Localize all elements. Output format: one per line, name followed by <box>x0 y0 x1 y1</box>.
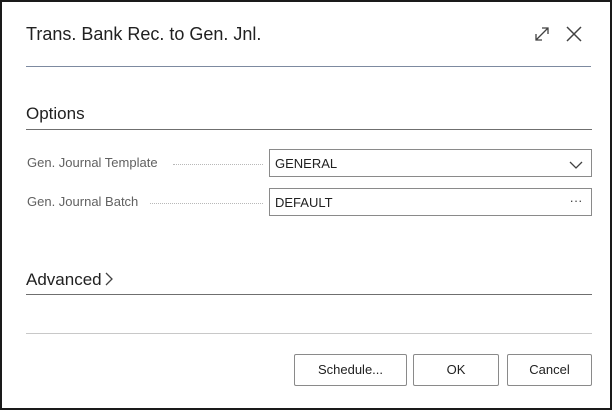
gen-journal-template-value: GENERAL <box>275 156 338 171</box>
chevron-down-icon[interactable] <box>569 158 583 170</box>
schedule-button[interactable]: Schedule... <box>294 354 407 386</box>
gen-journal-batch-value: DEFAULT <box>275 195 333 210</box>
chevron-right-icon <box>104 271 114 291</box>
gen-journal-batch-field[interactable]: DEFAULT ··· <box>269 188 592 216</box>
advanced-section-divider <box>26 294 592 295</box>
leader-dots <box>173 164 263 165</box>
footer-divider <box>26 333 592 334</box>
gen-journal-batch-label: Gen. Journal Batch <box>27 194 139 209</box>
advanced-section-title: Advanced <box>26 270 102 289</box>
gen-journal-template-dropdown[interactable]: GENERAL <box>269 149 592 177</box>
more-options-icon[interactable]: ··· <box>569 193 583 208</box>
options-section-divider <box>26 129 592 130</box>
header-divider <box>26 66 591 67</box>
expand-icon[interactable] <box>531 23 553 45</box>
gen-journal-template-label: Gen. Journal Template <box>27 155 158 170</box>
cancel-button[interactable]: Cancel <box>507 354 592 386</box>
dialog: Trans. Bank Rec. to Gen. Jnl. Options Ge… <box>0 0 612 410</box>
advanced-section-toggle[interactable]: Advanced <box>26 270 114 291</box>
close-icon[interactable] <box>563 23 585 45</box>
options-section-title: Options <box>26 104 85 123</box>
dialog-title: Trans. Bank Rec. to Gen. Jnl. <box>26 24 262 44</box>
leader-dots <box>150 203 263 204</box>
ok-button[interactable]: OK <box>413 354 499 386</box>
